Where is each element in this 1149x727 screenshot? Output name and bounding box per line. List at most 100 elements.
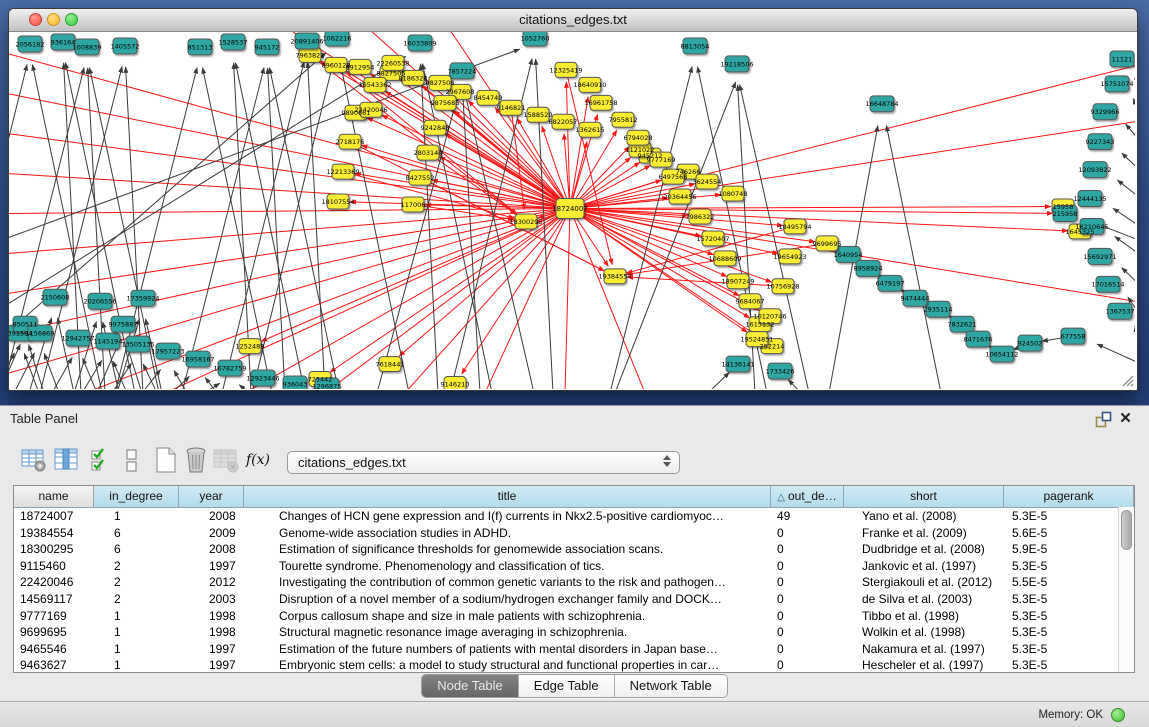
graph-node-label: 1640954 xyxy=(834,251,863,259)
graph-edge xyxy=(9,209,570,334)
table-cell: Franke et al. (2009) xyxy=(844,525,1004,542)
graph-edge xyxy=(222,62,304,389)
table-cell: Wolkin et al. (1998) xyxy=(844,624,1004,641)
graph-node-label: 14136141 xyxy=(721,360,754,368)
table-row[interactable]: 911546021997Tourette syndrome. Phenomeno… xyxy=(14,558,1134,575)
minimize-traffic-light[interactable] xyxy=(47,13,60,26)
graph-node-label: 8427552 xyxy=(406,174,435,182)
graph-node-label: 2967608 xyxy=(446,88,475,96)
column-header-out_de[interactable]: △out_de… xyxy=(771,486,844,507)
table-row[interactable]: 1872400712008Changes of HCN gene express… xyxy=(14,508,1134,525)
vertical-scrollbar[interactable] xyxy=(1118,507,1134,672)
window-resize-grip[interactable] xyxy=(1120,373,1135,388)
table-row[interactable]: 1938455462009Genome-wide association stu… xyxy=(14,525,1134,542)
unselect-all-icon[interactable] xyxy=(124,446,140,474)
graph-node-label: 1062216 xyxy=(323,34,352,42)
table-tabs-bar: Node TableEdge TableNetwork Table xyxy=(0,674,1149,698)
function-builder-icon[interactable]: f(x) xyxy=(246,446,272,474)
graph-node-label: 1405572 xyxy=(111,42,140,50)
table-tabs: Node TableEdge TableNetwork Table xyxy=(421,674,728,698)
graph-node-label: 945172 xyxy=(255,43,280,51)
tab-edge-table[interactable]: Edge Table xyxy=(519,675,615,697)
table-cell: 1998 xyxy=(179,624,244,641)
table-cell: Tourette syndrome. Phenomenology and cla… xyxy=(244,558,771,575)
table-cell: 0 xyxy=(771,641,844,658)
table-row[interactable]: 1830029562008Estimation of significance … xyxy=(14,541,1134,558)
graph-node-label: 12213369 xyxy=(326,168,359,176)
graph-edge xyxy=(570,209,1068,231)
table-cell: Disruption of a novel member of a sodium… xyxy=(244,591,771,608)
table-row[interactable]: 2242004622012Investigating the contribut… xyxy=(14,574,1134,591)
table-cell: 19384554 xyxy=(14,525,94,542)
network-canvas[interactable]: 1112115958117006215958252214391594677558… xyxy=(9,32,1135,389)
graph-node-label: 850511 xyxy=(13,321,38,329)
table-select-dropdown[interactable]: citations_edges.txt xyxy=(287,451,680,474)
graph-node-label: 19524851 xyxy=(740,336,773,344)
table-cell: 6 xyxy=(94,525,179,542)
graph-node-label: 12942757 xyxy=(61,335,94,343)
table-cell: 5.3E-5 xyxy=(1004,657,1134,673)
table-row[interactable]: 946362711997Embryonic stem cells: a mode… xyxy=(14,657,1134,673)
table-cell: Embryonic stem cells: a model to study s… xyxy=(244,657,771,673)
table-cell: Stergiakouli et al. (2012) xyxy=(844,574,1004,591)
graph-node-label: 18640910 xyxy=(573,81,606,89)
column-header-pagerank[interactable]: pagerank xyxy=(1004,486,1134,507)
table-cell: 22420046 xyxy=(14,574,94,591)
graph-node-label: 8471676 xyxy=(964,336,993,344)
tab-node-table[interactable]: Node Table xyxy=(422,675,519,697)
table-cell: 9463627 xyxy=(14,657,94,673)
graph-node-label: 7986322 xyxy=(686,213,715,221)
graph-node-label: 18495794 xyxy=(778,223,811,231)
table-cell: 9699695 xyxy=(14,624,94,641)
graph-node-label: 16961758 xyxy=(584,99,617,107)
table-cell: 5.3E-5 xyxy=(1004,508,1134,525)
graph-node-label: 11121 xyxy=(1112,55,1133,63)
tab-network-table[interactable]: Network Table xyxy=(615,675,727,697)
graph-node-label: 15692971 xyxy=(1083,253,1116,261)
show-columns-icon[interactable] xyxy=(52,446,80,474)
column-header-name[interactable]: name xyxy=(14,486,94,507)
column-header-short[interactable]: short xyxy=(844,486,1004,507)
zoom-traffic-light[interactable] xyxy=(65,13,78,26)
sort-ascending-icon: △ xyxy=(777,492,785,503)
delete-column-icon[interactable] xyxy=(212,446,240,474)
graph-node-label: 9699695 xyxy=(813,240,842,248)
graph-node-label: 1252489 xyxy=(236,343,265,351)
window-title: citations_edges.txt xyxy=(519,12,627,27)
table-row[interactable]: 1456911722003Disruption of a novel membe… xyxy=(14,591,1134,608)
close-panel-icon[interactable]: ✕ xyxy=(1117,409,1134,428)
delete-table-icon[interactable] xyxy=(182,446,210,474)
table-cell: Estimation of significance thresholds fo… xyxy=(244,541,771,558)
select-all-icon[interactable] xyxy=(90,446,114,474)
column-header-in_degree[interactable]: in_degree xyxy=(94,486,179,507)
graph-node-label: 18724007 xyxy=(552,205,588,213)
graph-node-label: 9827505 xyxy=(377,69,406,77)
table-row[interactable]: 969969511998Structural magnetic resonanc… xyxy=(14,624,1134,641)
graph-node-label: 16648784 xyxy=(865,100,898,108)
column-header-year[interactable]: year xyxy=(179,486,244,507)
table-row[interactable]: 946554611997Estimation of the future num… xyxy=(14,641,1134,658)
graph-node-label: 6479197 xyxy=(876,280,905,288)
graph-edge xyxy=(308,62,325,389)
table-cell: 0 xyxy=(771,541,844,558)
graph-node-label: 1145194 xyxy=(94,338,123,346)
table-cell: Genome-wide association studies in ADHD. xyxy=(244,525,771,542)
graph-edge xyxy=(1126,124,1135,138)
new-table-icon[interactable] xyxy=(152,446,180,474)
graph-node-label: 9146210 xyxy=(441,380,470,388)
desktop-background: citations_edges.txt 11121159581170062159… xyxy=(0,0,1149,405)
table-cell: 2012 xyxy=(179,574,244,591)
table-mode-icon[interactable] xyxy=(20,446,48,474)
close-traffic-light[interactable] xyxy=(29,13,42,26)
scrollbar-thumb[interactable] xyxy=(1121,510,1132,550)
graph-node-label: 7955812 xyxy=(609,116,638,124)
graph-node-label: 17359924 xyxy=(126,295,159,303)
graph-node-label: 17016514 xyxy=(1091,281,1124,289)
table-cell: 5.5E-5 xyxy=(1004,574,1134,591)
column-header-title[interactable]: title xyxy=(244,486,771,507)
graph-node-label: 9777169 xyxy=(647,156,676,164)
table-cell: 18300295 xyxy=(14,541,94,558)
graph-edge xyxy=(245,209,570,389)
table-row[interactable]: 977716911998Corpus callosum shape and si… xyxy=(14,608,1134,625)
float-panel-icon[interactable] xyxy=(1095,411,1112,428)
